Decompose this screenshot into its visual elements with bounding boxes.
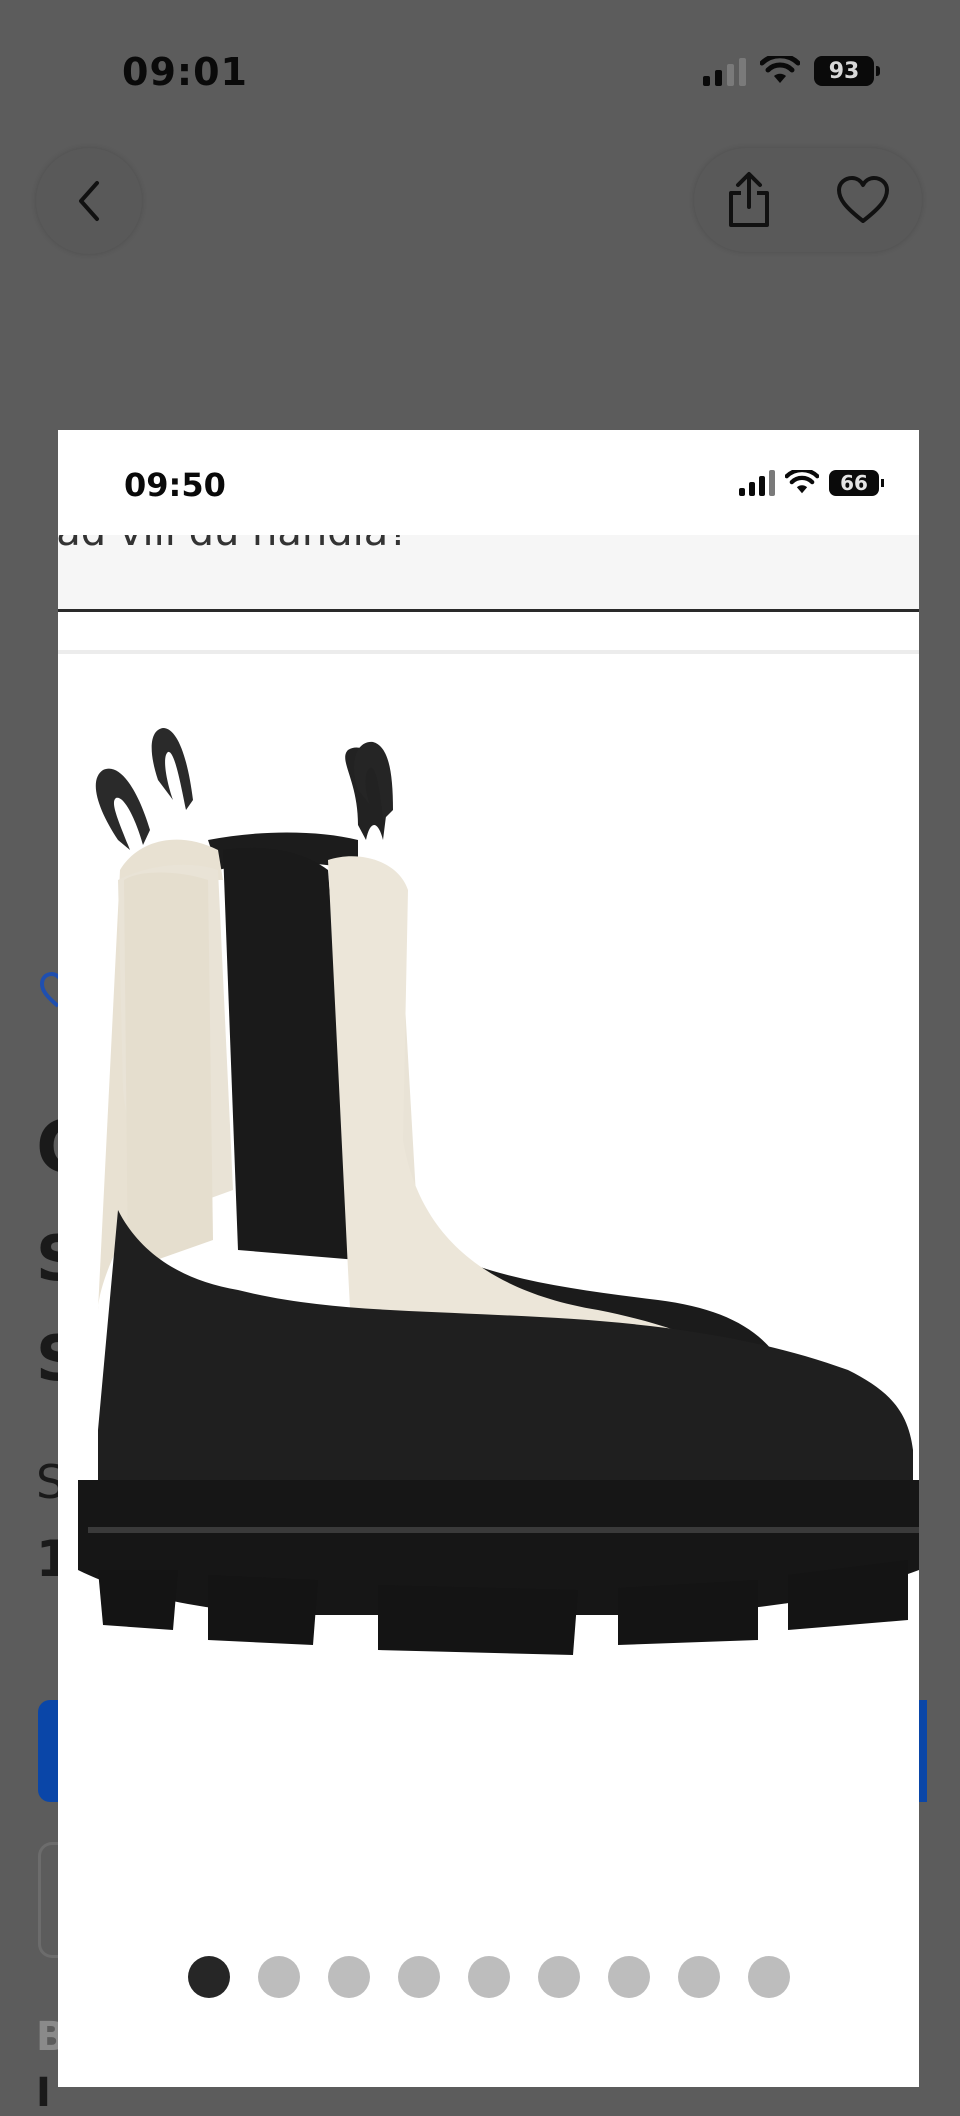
carousel-dot-7[interactable] xyxy=(607,1956,650,1998)
peek-title-char-1: C xyxy=(36,1105,58,1189)
chevron-left-icon xyxy=(79,181,99,221)
carousel-dot-5[interactable] xyxy=(467,1956,510,1998)
carousel-dot-9[interactable] xyxy=(747,1956,790,1998)
heart-icon[interactable] xyxy=(835,175,891,225)
peek-size-char: S xyxy=(36,1455,58,1509)
status-indicators: 93 xyxy=(703,56,880,86)
carousel-dot-2[interactable] xyxy=(257,1956,300,1998)
peek-title-char-2: S xyxy=(36,1222,58,1295)
divider xyxy=(58,650,919,654)
inner-status-time: 09:50 xyxy=(124,466,226,504)
carousel-dot-6[interactable] xyxy=(537,1956,580,1998)
carousel-dot-8[interactable] xyxy=(677,1956,720,1998)
peek-primary-button-edge xyxy=(919,1700,927,1802)
action-pill xyxy=(694,148,922,252)
search-placeholder: Vad vill du handla? xyxy=(58,535,410,555)
image-viewer[interactable]: 09:50 66 Vad vill du handla? xyxy=(58,430,919,2087)
share-icon[interactable] xyxy=(725,171,773,229)
cellular-signal-icon xyxy=(703,56,746,86)
cellular-signal-icon xyxy=(739,470,775,496)
status-time: 09:01 xyxy=(122,50,248,94)
battery-icon: 93 xyxy=(814,56,880,86)
back-button[interactable] xyxy=(36,148,142,254)
wifi-icon xyxy=(785,470,819,494)
front-boot xyxy=(78,728,919,1655)
battery-icon: 66 xyxy=(829,470,884,496)
carousel-dot-3[interactable] xyxy=(327,1956,370,1998)
heart-icon-peek xyxy=(40,972,60,1008)
inner-status-indicators: 66 xyxy=(739,470,884,496)
product-image[interactable] xyxy=(58,670,919,1930)
carousel-dot-4[interactable] xyxy=(397,1956,440,1998)
peek-title-char-3: S xyxy=(36,1322,58,1395)
search-bar[interactable]: Vad vill du handla? xyxy=(58,535,919,612)
peek-price-char: 1 xyxy=(36,1530,58,1588)
carousel-dot-1[interactable] xyxy=(187,1956,230,1998)
peek-bottom-char-2: I xyxy=(36,2070,51,2116)
wifi-icon xyxy=(760,56,800,83)
peek-bottom-char: B xyxy=(36,2014,58,2060)
inner-status-bar: 09:50 66 xyxy=(58,430,919,535)
carousel-indicator xyxy=(58,1956,919,1998)
